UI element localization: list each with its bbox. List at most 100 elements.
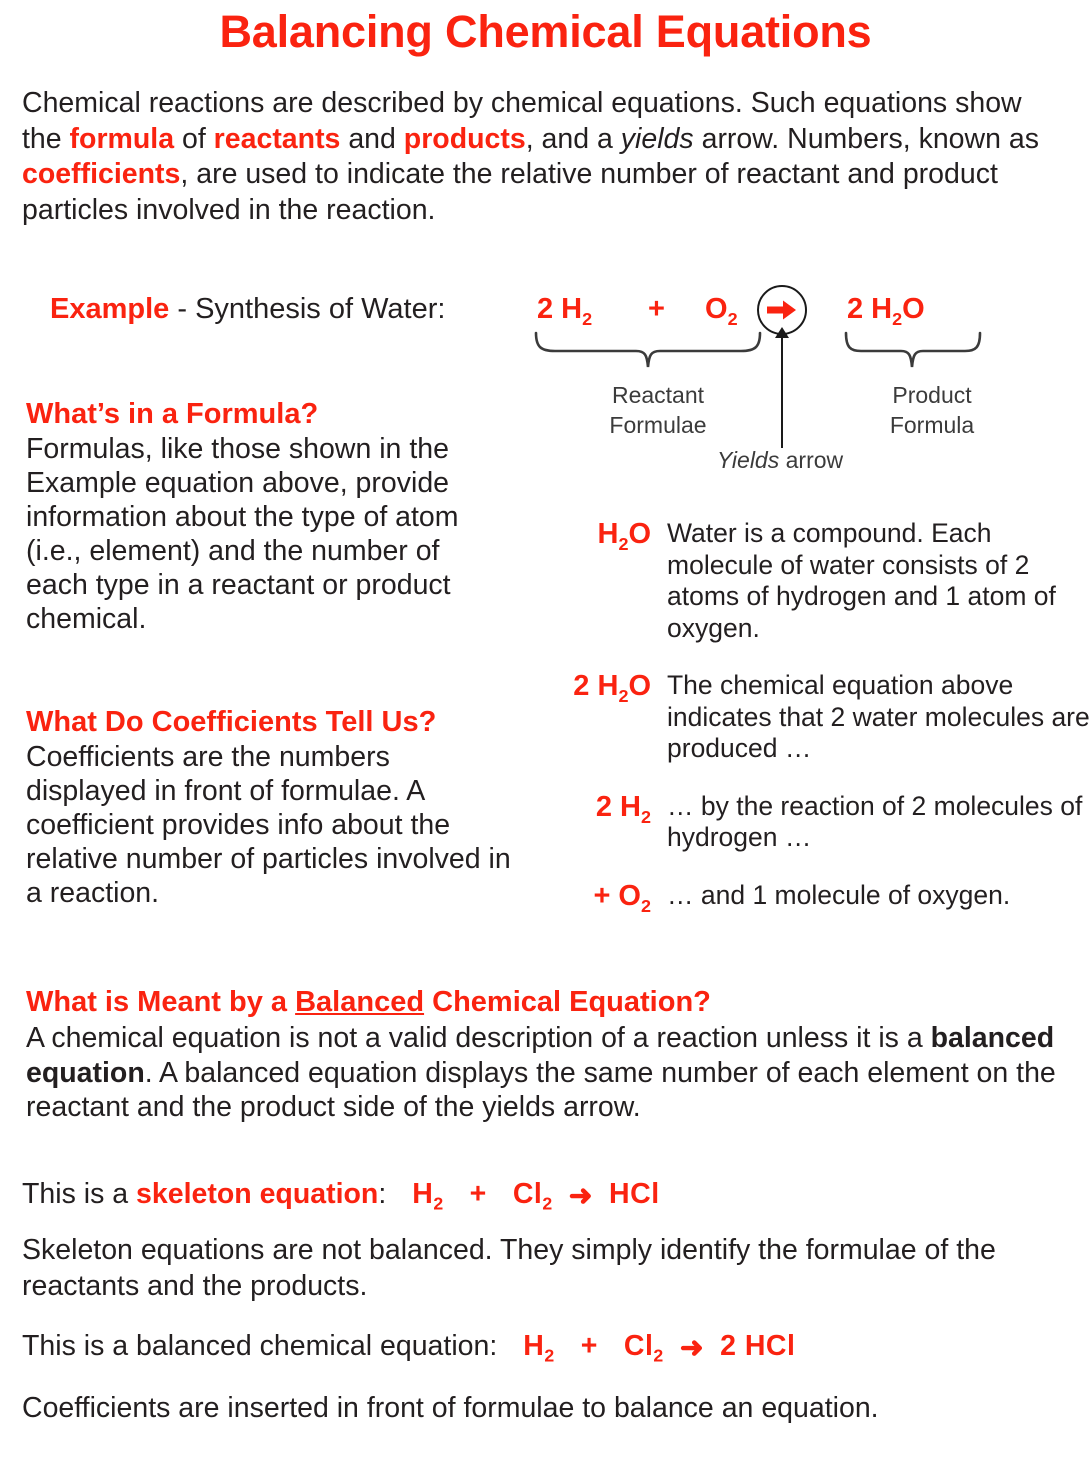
formula-description: … and 1 molecule of oxygen. <box>667 879 1011 910</box>
formula-key: + O2 <box>540 880 667 917</box>
yields-label-rest: arrow <box>779 447 844 473</box>
reactant-brace-label: Reactant Formulae <box>568 380 748 440</box>
keyword-yields: yields <box>620 122 694 155</box>
keyword-coefficients: coefficients <box>22 158 181 190</box>
formula-key: 2 H2 <box>540 791 667 828</box>
skeleton-eq-h2-sub: 2 <box>433 1193 444 1214</box>
balanced-section-body: A chemical equation is not a valid descr… <box>26 1021 1071 1125</box>
formula-key-subscript: 2 <box>618 533 629 554</box>
intro-text-5: arrow. Numbers, known as <box>693 122 1039 155</box>
example-subtitle: - Synthesis of Water: <box>169 293 446 325</box>
formula-description: … by the reaction of 2 molecules of hydr… <box>667 790 1083 853</box>
skeleton-eq-product: HCl <box>609 1178 660 1210</box>
coefficients-section-heading: What Do Coefficients Tell Us? <box>26 706 437 738</box>
formula-key-subscript: 2 <box>618 685 629 706</box>
balanced-equation-section: What is Meant by a Balanced Chemical Equ… <box>26 986 1071 1125</box>
balanced-head-post: Chemical Equation? <box>424 986 711 1018</box>
balanced-eq-cl2: Cl2 <box>623 1330 664 1366</box>
product-water-oxygen: O <box>902 293 925 325</box>
product-label-line2: Formula <box>889 412 975 438</box>
balanced-yields-arrow-icon: ➜ <box>679 1332 705 1364</box>
formula-key: H2O <box>540 518 667 555</box>
equation-reactant-hydrogen: 2 H2 <box>537 293 592 330</box>
reactant-hydrogen-subscript: 2 <box>582 308 593 329</box>
keyword-formula: formula <box>69 122 175 155</box>
reactant-brace-icon <box>533 331 763 376</box>
formula-key-subscript: 2 <box>641 806 651 827</box>
keyword-products: products <box>403 122 526 155</box>
reactant-hydrogen-text: 2 H <box>537 293 583 325</box>
product-brace-label: Product Formula <box>857 380 1007 440</box>
reactant-oxygen-text: O <box>705 293 728 325</box>
formula-section-heading: What’s in a Formula? <box>26 398 319 430</box>
skeleton-lead-pre: This is a <box>22 1178 137 1210</box>
slide-page: Balancing Chemical Equations Chemical re… <box>0 0 1091 1468</box>
formula-description: Water is a compound. Each molecule of wa… <box>667 518 1056 643</box>
reactant-label-line2: Formulae <box>609 412 707 438</box>
list-item: + O2 … and 1 molecule of oxygen. <box>540 880 1091 917</box>
skeleton-eq-h2-main: H <box>412 1178 434 1210</box>
skeleton-yields-arrow-icon: ➜ <box>568 1180 594 1212</box>
product-water-subscript: 2 <box>892 308 903 329</box>
formula-key-tail: O <box>628 670 651 702</box>
balanced-eq-h2-main: H <box>523 1330 545 1362</box>
balanced-eq-h2-sub: 2 <box>544 1345 555 1366</box>
list-item: 2 H2O The chemical equation above indica… <box>540 670 1091 765</box>
formula-key-main: 2 H <box>595 790 641 823</box>
formula-section: What’s in a Formula? Formulas, like thos… <box>26 398 506 636</box>
balanced-body-pre: A chemical equation is not a valid descr… <box>26 1022 931 1054</box>
equation-plus-sign: + <box>648 293 665 325</box>
skeleton-eq-cl2: Cl2 <box>512 1178 553 1214</box>
intro-text-4: , and a <box>525 122 621 155</box>
reactant-oxygen-subscript: 2 <box>727 308 738 329</box>
formula-key-subscript: 2 <box>641 895 651 916</box>
list-item: 2 H2 … by the reaction of 2 molecules of… <box>540 791 1091 854</box>
formula-key-main: + O <box>593 879 641 912</box>
skeleton-eq-cl2-sub: 2 <box>542 1193 553 1214</box>
balanced-eq-product: 2 HCl <box>720 1330 796 1362</box>
skeleton-equation-line: This is a skeleton equation: H2 + Cl2 ➜ HCl <box>22 1178 660 1215</box>
formula-explanation-list: H2O Water is a compound. Each molecule o… <box>540 518 1091 942</box>
balanced-eq-lead: This is a balanced chemical equation: <box>22 1330 498 1362</box>
balanced-equation-note: Coefficients are inserted in front of fo… <box>22 1392 879 1424</box>
keyword-reactants: reactants <box>213 122 341 155</box>
balanced-eq-plus: + <box>580 1330 598 1362</box>
formula-key-main: H <box>597 518 619 550</box>
formula-key-tail: O <box>628 518 651 550</box>
skeleton-lead-post: : <box>378 1178 387 1210</box>
intro-text-2: of <box>174 122 214 155</box>
balanced-eq-cl2-main: Cl <box>623 1330 654 1362</box>
page-title: Balancing Chemical Equations <box>219 6 872 57</box>
balanced-head-underlined: Balanced <box>295 986 425 1018</box>
product-label-line1: Product <box>892 382 972 408</box>
product-brace-icon <box>843 331 983 376</box>
coefficients-section-body: Coefficients are the numbers displayed i… <box>26 741 511 909</box>
balanced-section-heading: What is Meant by a Balanced Chemical Equ… <box>26 986 1071 1019</box>
intro-text-3: and <box>340 122 404 155</box>
skeleton-equation-note: Skeleton equations are not balanced. The… <box>22 1234 996 1302</box>
balanced-eq-cl2-sub: 2 <box>653 1345 664 1366</box>
yields-label-italic: Yields <box>717 447 780 473</box>
intro-paragraph: Chemical reactions are described by chem… <box>22 86 1062 228</box>
skeleton-eq-cl2-main: Cl <box>512 1178 543 1210</box>
balanced-equation-line: This is a balanced chemical equation: H2 +… <box>22 1330 795 1367</box>
product-water-text: 2 H <box>847 293 893 325</box>
skeleton-eq-h2: H2 <box>412 1178 443 1214</box>
skeleton-keyword: skeleton equation <box>136 1178 379 1210</box>
skeleton-eq-plus: + <box>469 1178 487 1210</box>
example-equation-diagram: 2 H2 + O2 2 H2O Reactant Formulae Produc… <box>525 285 1091 475</box>
equation-reactant-oxygen: O2 <box>705 293 738 330</box>
formula-key-main: 2 H <box>573 670 619 702</box>
balanced-eq-h2: H2 <box>523 1330 554 1366</box>
formula-description: The chemical equation above indicates th… <box>667 670 1090 763</box>
formula-key: 2 H2O <box>540 670 667 707</box>
yields-pointer-line <box>781 333 783 448</box>
reactant-label-line1: Reactant <box>611 382 705 408</box>
coefficients-section: What Do Coefficients Tell Us? Coefficien… <box>26 706 516 910</box>
example-word: Example <box>50 293 170 325</box>
list-item: H2O Water is a compound. Each molecule o… <box>540 518 1091 644</box>
example-label: Example - Synthesis of Water: <box>50 293 445 326</box>
balanced-head-pre: What is Meant by a <box>26 986 296 1018</box>
equation-product-water: 2 H2O <box>847 293 925 330</box>
balanced-body-post: . A balanced equation displays the same … <box>26 1056 1056 1124</box>
